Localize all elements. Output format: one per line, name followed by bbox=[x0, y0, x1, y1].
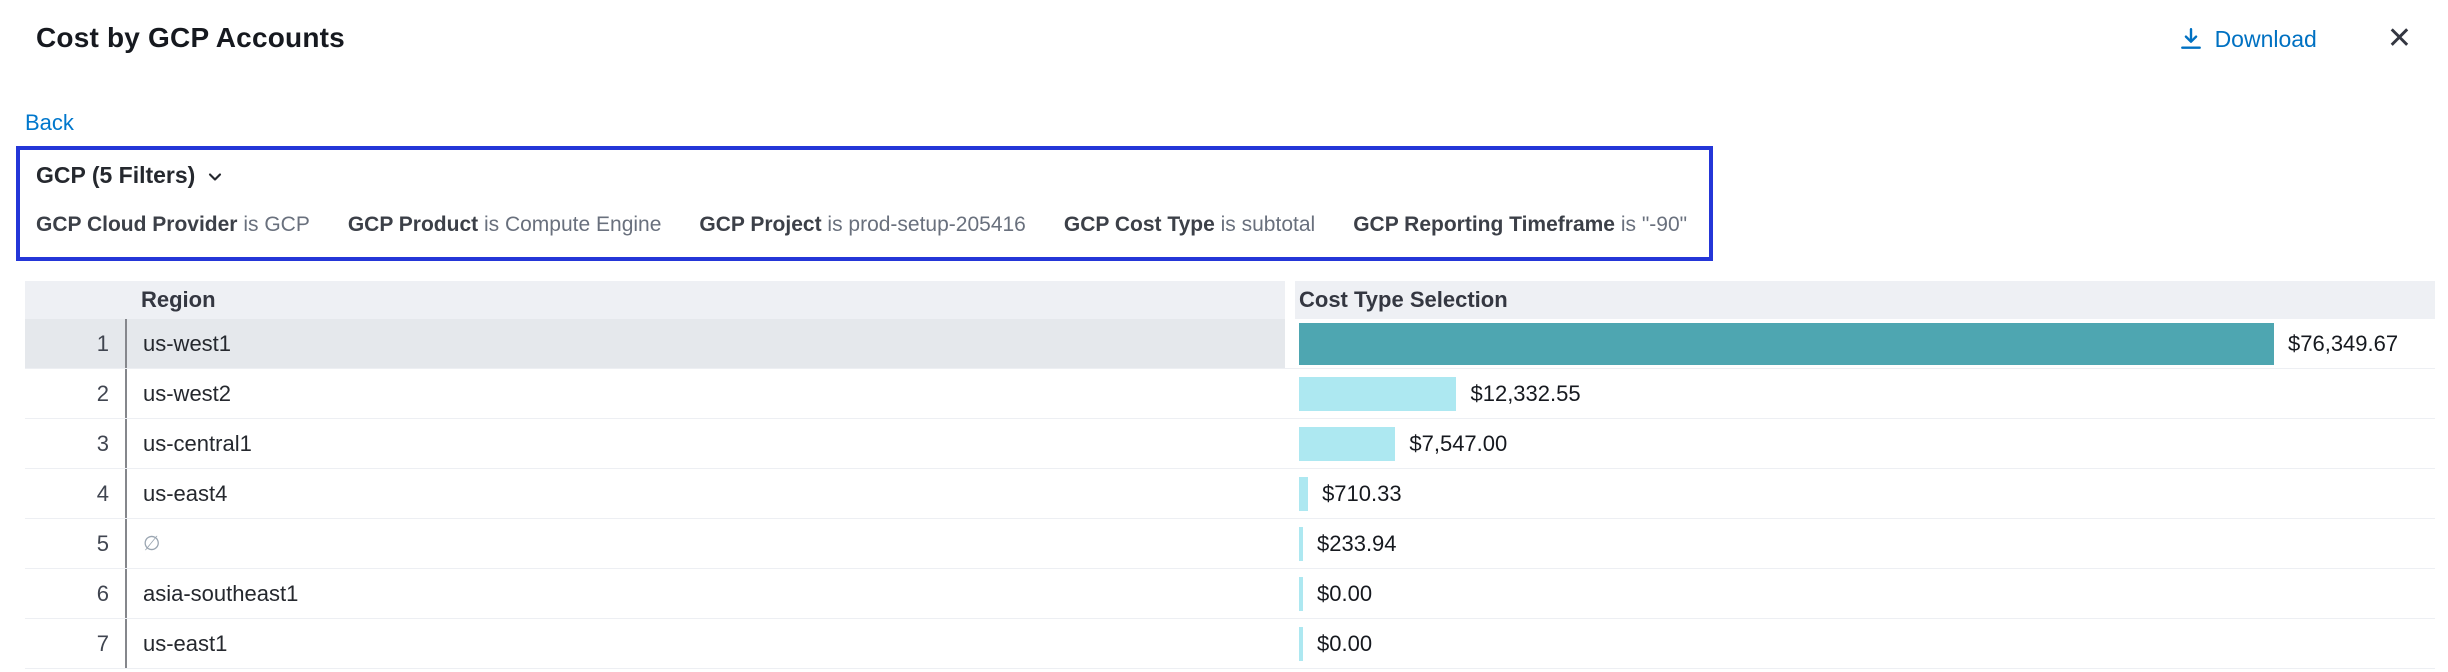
filter-group-box: GCP (5 Filters) GCP Cloud Provider is GC… bbox=[16, 146, 1713, 261]
cost-bar bbox=[1299, 527, 1303, 561]
cost-cell: $233.94 bbox=[1295, 519, 2435, 568]
cost-bar-wrap: $233.94 bbox=[1299, 519, 2435, 568]
row-number: 2 bbox=[25, 369, 125, 418]
cost-bar bbox=[1299, 427, 1395, 461]
filter-condition: is subtotal bbox=[1215, 213, 1315, 236]
cost-cell: $76,349.67 bbox=[1295, 319, 2435, 368]
table-body: 1 us-west1 $76,349.67 2 us-west2 $12,332… bbox=[25, 319, 2435, 669]
cost-bar bbox=[1299, 577, 1303, 611]
cost-value: $12,332.55 bbox=[1470, 381, 1580, 407]
cost-value: $233.94 bbox=[1317, 531, 1397, 557]
column-gap bbox=[1285, 281, 1295, 319]
column-gap bbox=[1285, 369, 1295, 418]
close-icon[interactable]: ✕ bbox=[2387, 24, 2412, 54]
filter-condition: is Compute Engine bbox=[478, 213, 661, 236]
cost-bar bbox=[1299, 377, 1456, 411]
region-cell-text: us-central1 bbox=[143, 431, 252, 457]
column-gap bbox=[1285, 569, 1295, 618]
cost-cell: $7,547.00 bbox=[1295, 419, 2435, 468]
region-column-header[interactable]: Region bbox=[125, 281, 1285, 319]
cost-bar-wrap: $12,332.55 bbox=[1299, 369, 2435, 418]
region-cell: ∅ bbox=[125, 519, 1285, 568]
row-number: 4 bbox=[25, 469, 125, 518]
table-row[interactable]: 7 us-east1 $0.00 bbox=[25, 619, 2435, 669]
cost-bar-wrap: $76,349.67 bbox=[1299, 319, 2435, 368]
filter-group-toggle[interactable]: GCP (5 Filters) bbox=[36, 162, 225, 189]
row-number-column-header bbox=[25, 281, 125, 319]
table-row[interactable]: 3 us-central1 $7,547.00 bbox=[25, 419, 2435, 469]
region-cell-text: us-east4 bbox=[143, 481, 227, 507]
filter-condition: is GCP bbox=[237, 213, 309, 236]
filter-condition: is prod-setup-205416 bbox=[822, 213, 1026, 236]
table-header-row: Region Cost Type Selection bbox=[25, 281, 2435, 319]
results-table: Region Cost Type Selection 1 us-west1 $7… bbox=[25, 281, 2435, 669]
table-row[interactable]: 1 us-west1 $76,349.67 bbox=[25, 319, 2435, 369]
region-cell: us-west1 bbox=[125, 319, 1285, 368]
cost-bar bbox=[1299, 477, 1308, 511]
column-gap bbox=[1285, 519, 1295, 568]
filter-field: GCP Project bbox=[699, 213, 821, 236]
cost-bar-wrap: $7,547.00 bbox=[1299, 419, 2435, 468]
filter-field: GCP Product bbox=[348, 213, 478, 236]
region-cell-text: ∅ bbox=[143, 531, 160, 556]
column-gap bbox=[1285, 469, 1295, 518]
region-cell-text: us-west1 bbox=[143, 331, 231, 357]
filter-group-label: GCP (5 Filters) bbox=[36, 162, 195, 189]
region-cell: us-central1 bbox=[125, 419, 1285, 468]
cost-cell: $12,332.55 bbox=[1295, 369, 2435, 418]
region-cell-text: us-west2 bbox=[143, 381, 231, 407]
region-cell: us-east4 bbox=[125, 469, 1285, 518]
column-gap bbox=[1285, 319, 1295, 368]
cost-bar-wrap: $710.33 bbox=[1299, 469, 2435, 518]
row-number: 1 bbox=[25, 319, 125, 368]
download-label: Download bbox=[2215, 26, 2317, 53]
filter-field: GCP Cost Type bbox=[1064, 213, 1215, 236]
row-number: 5 bbox=[25, 519, 125, 568]
region-cell-text: us-east1 bbox=[143, 631, 227, 657]
cost-value: $0.00 bbox=[1317, 631, 1372, 657]
cost-cell: $0.00 bbox=[1295, 619, 2435, 668]
back-link[interactable]: Back bbox=[25, 110, 74, 136]
table-row[interactable]: 5 ∅ $233.94 bbox=[25, 519, 2435, 569]
cost-type-selection-column-header[interactable]: Cost Type Selection bbox=[1295, 281, 2435, 319]
download-button[interactable]: Download bbox=[2179, 26, 2317, 53]
cost-value: $710.33 bbox=[1322, 481, 1402, 507]
filter-list: GCP Cloud Provider is GCP GCP Product is… bbox=[36, 213, 1687, 237]
region-cell: asia-southeast1 bbox=[125, 569, 1285, 618]
region-cell: us-west2 bbox=[125, 369, 1285, 418]
row-number: 7 bbox=[25, 619, 125, 668]
cost-value: $0.00 bbox=[1317, 581, 1372, 607]
table-row[interactable]: 2 us-west2 $12,332.55 bbox=[25, 369, 2435, 419]
filter-condition: is "-90" bbox=[1615, 213, 1687, 236]
page-title: Cost by GCP Accounts bbox=[36, 22, 345, 54]
region-cell-text: asia-southeast1 bbox=[143, 581, 298, 607]
table-row[interactable]: 6 asia-southeast1 $0.00 bbox=[25, 569, 2435, 619]
column-gap bbox=[1285, 619, 1295, 668]
filter-pill[interactable]: GCP Cloud Provider is GCP bbox=[36, 213, 310, 237]
row-number: 3 bbox=[25, 419, 125, 468]
cost-value: $76,349.67 bbox=[2288, 331, 2398, 357]
cost-bar-wrap: $0.00 bbox=[1299, 569, 2435, 618]
filter-pill[interactable]: GCP Cost Type is subtotal bbox=[1064, 213, 1315, 237]
cost-cell: $0.00 bbox=[1295, 569, 2435, 618]
filter-pill[interactable]: GCP Product is Compute Engine bbox=[348, 213, 662, 237]
cost-cell: $710.33 bbox=[1295, 469, 2435, 518]
header-actions: Download ✕ bbox=[2179, 22, 2412, 54]
filter-field: GCP Cloud Provider bbox=[36, 213, 237, 236]
column-gap bbox=[1285, 419, 1295, 468]
filter-pill[interactable]: GCP Project is prod-setup-205416 bbox=[699, 213, 1025, 237]
cost-bar bbox=[1299, 627, 1303, 661]
filter-pill[interactable]: GCP Reporting Timeframe is "-90" bbox=[1353, 213, 1687, 237]
download-icon bbox=[2179, 27, 2203, 51]
chevron-down-icon bbox=[205, 164, 225, 187]
cost-bar-wrap: $0.00 bbox=[1299, 619, 2435, 668]
cost-value: $7,547.00 bbox=[1409, 431, 1507, 457]
cost-by-gcp-accounts-panel: Cost by GCP Accounts Download ✕ Back GCP… bbox=[0, 0, 2448, 672]
region-cell: us-east1 bbox=[125, 619, 1285, 668]
row-number: 6 bbox=[25, 569, 125, 618]
filter-field: GCP Reporting Timeframe bbox=[1353, 213, 1615, 236]
cost-bar bbox=[1299, 323, 2274, 365]
table-row[interactable]: 4 us-east4 $710.33 bbox=[25, 469, 2435, 519]
panel-header: Cost by GCP Accounts Download ✕ bbox=[0, 0, 2448, 54]
